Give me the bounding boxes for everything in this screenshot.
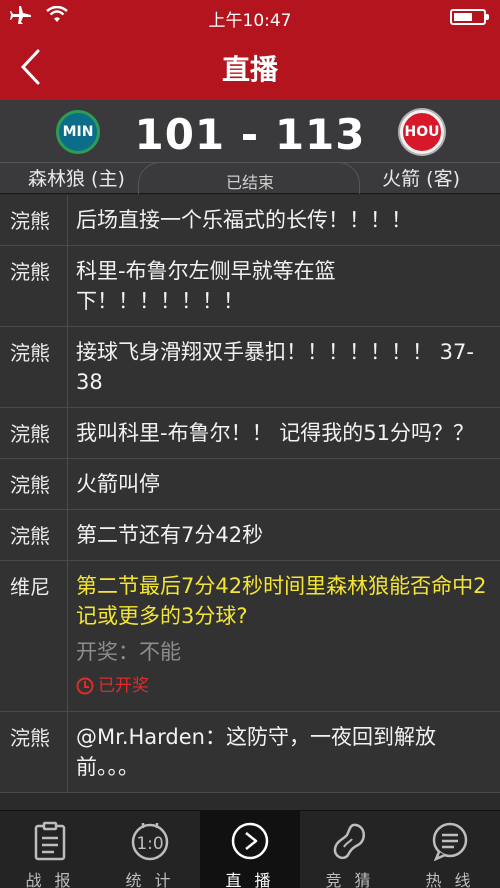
scoreboard: MIN 101 - 113 HOU 森林狼 (主) 已结束 火箭 (客) bbox=[0, 100, 500, 194]
quiz-item[interactable]: 维尼 第二节最后7分42秒时间里森林狼能否命中2记或更多的3分球? 开奖：不能 … bbox=[0, 561, 500, 712]
svg-text:1:0: 1:0 bbox=[136, 834, 163, 854]
list-item: 浣熊 我叫科里-布鲁尔！！ 记得我的51分吗？？ bbox=[0, 408, 500, 459]
message-text: 我叫科里-布鲁尔！！ 记得我的51分吗？？ bbox=[76, 421, 474, 445]
page-title: 直播 bbox=[221, 53, 278, 86]
tab-live[interactable]: 直 播 bbox=[200, 811, 300, 888]
message-text: @Mr.Harden：这防守，一夜回到解放前。。。 bbox=[76, 725, 436, 779]
list-item: 浣熊 科里-布鲁尔左侧早就等在篮下！！！！！！！ bbox=[0, 246, 500, 327]
message-text: 后场直接一个乐福式的长传！！！！ bbox=[76, 208, 412, 232]
tab-bar: 战 报 1:0 统 计 直 播 竞 猜 热 线 bbox=[0, 810, 500, 888]
list-item: 浣熊 @Mr.Harden：这防守，一夜回到解放前。。。 bbox=[0, 712, 500, 793]
tab-label: 热 线 bbox=[425, 871, 475, 888]
author-name: 浣熊 bbox=[0, 510, 68, 560]
tab-hotline[interactable]: 热 线 bbox=[400, 811, 500, 888]
status-time: 上午10:47 bbox=[208, 11, 292, 31]
stats-icon: 1:0 bbox=[131, 823, 169, 861]
tab-stats[interactable]: 1:0 统 计 bbox=[100, 811, 200, 888]
author-name: 浣熊 bbox=[0, 327, 68, 407]
quiz-content: 第二节最后7分42秒时间里森林狼能否命中2记或更多的3分球? 开奖：不能 已开奖 bbox=[68, 561, 500, 711]
clock-icon bbox=[76, 677, 94, 695]
author-name: 浣熊 bbox=[0, 408, 68, 458]
live-feed[interactable]: 浣熊 后场直接一个乐福式的长传！！！！ 浣熊 科里-布鲁尔左侧早就等在篮下！！！… bbox=[0, 195, 500, 810]
play-icon bbox=[231, 822, 269, 860]
status-bar: 上午10:47 bbox=[0, 0, 500, 34]
report-icon bbox=[34, 821, 66, 861]
tab-label: 竞 猜 bbox=[325, 871, 375, 888]
list-item: 浣熊 第二节还有7分42秒 bbox=[0, 510, 500, 561]
nav-bar: 直播 bbox=[0, 34, 500, 100]
away-team-name: 火箭 (客) bbox=[382, 168, 460, 190]
quiz-question: 第二节最后7分42秒时间里森林狼能否命中2记或更多的3分球? bbox=[76, 574, 487, 628]
away-team-logo: HOU bbox=[400, 110, 444, 154]
divider bbox=[0, 162, 500, 163]
battery-icon bbox=[450, 9, 489, 25]
quiz-opened-label: 已开奖 bbox=[98, 676, 149, 696]
message-text: 第二节还有7分42秒 bbox=[76, 523, 264, 547]
message-text: 接球飞身滑翔双手暴扣！！！！！！！ 37-38 bbox=[76, 340, 474, 394]
quiz-opened-badge: 已开奖 bbox=[76, 671, 492, 701]
message-text: 火箭叫停 bbox=[76, 472, 160, 496]
message-text: 科里-布鲁尔左侧早就等在篮下！！！！！！！ bbox=[76, 259, 336, 313]
list-item: 浣熊 后场直接一个乐福式的长传！！！！ bbox=[0, 195, 500, 246]
author-name: 浣熊 bbox=[0, 195, 68, 245]
quiz-result: 开奖：不能 bbox=[76, 640, 181, 664]
tab-label: 统 计 bbox=[125, 871, 175, 888]
list-item: 浣熊 火箭叫停 bbox=[0, 459, 500, 510]
bean-icon bbox=[333, 823, 365, 860]
tab-report[interactable]: 战 报 bbox=[0, 811, 100, 888]
chat-icon bbox=[432, 822, 468, 861]
tab-quiz[interactable]: 竞 猜 bbox=[300, 811, 400, 888]
author-name: 浣熊 bbox=[0, 246, 68, 326]
tab-label: 战 报 bbox=[25, 871, 75, 888]
list-item: 浣熊 接球飞身滑翔双手暴扣！！！！！！！ 37-38 bbox=[0, 327, 500, 408]
author-name: 浣熊 bbox=[0, 459, 68, 509]
tab-label: 直 播 bbox=[225, 871, 275, 888]
author-name: 浣熊 bbox=[0, 712, 68, 792]
author-name: 维尼 bbox=[0, 561, 68, 711]
